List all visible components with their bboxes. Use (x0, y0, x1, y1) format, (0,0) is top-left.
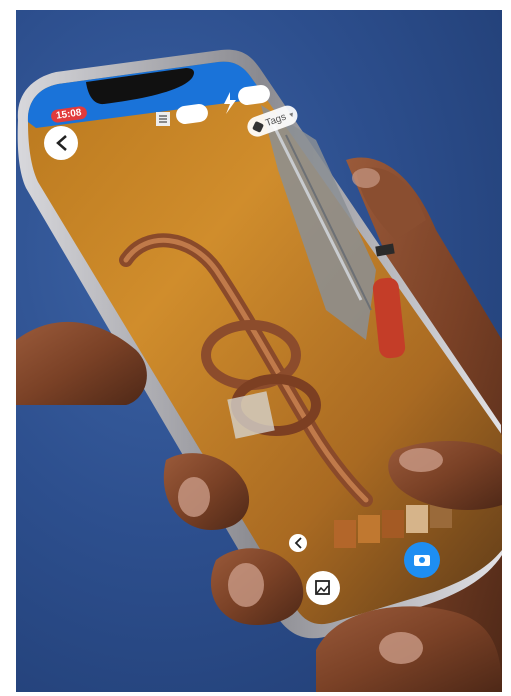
capture-button[interactable] (404, 542, 440, 578)
tag-icon (251, 120, 264, 133)
chevron-down-icon: ▾ (287, 109, 295, 120)
photo-scene (16, 49, 502, 692)
tags-label: Tags (263, 111, 288, 129)
list-icon[interactable] (156, 112, 170, 126)
gallery-button[interactable] (306, 571, 340, 605)
product-photo: Tags ▾ 15:08 (16, 10, 502, 692)
back-button[interactable] (44, 126, 78, 160)
back-chevron-button[interactable] (289, 534, 307, 552)
